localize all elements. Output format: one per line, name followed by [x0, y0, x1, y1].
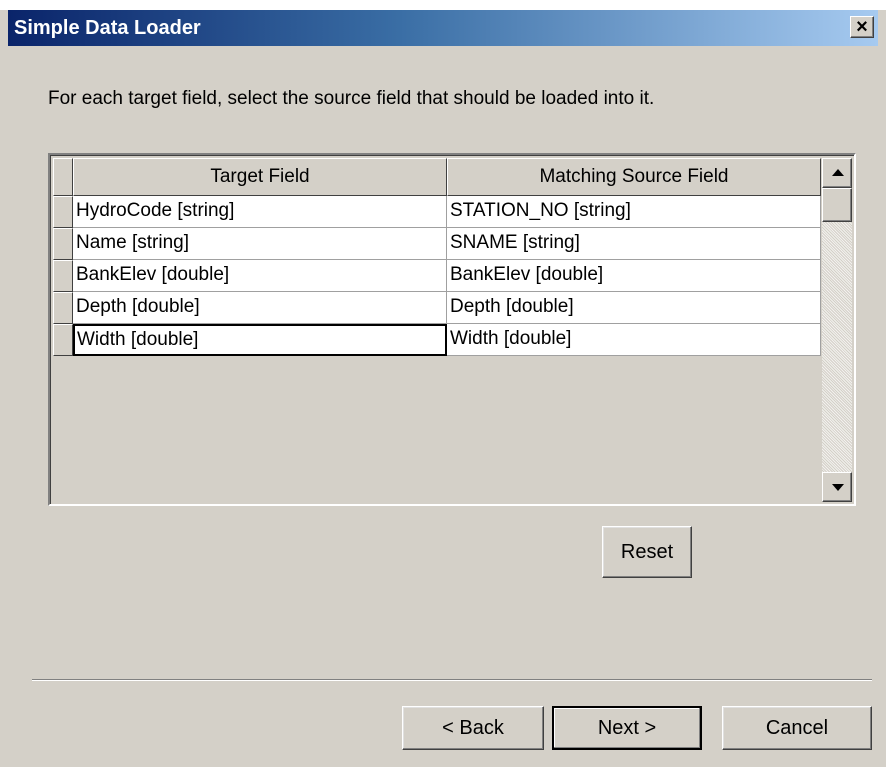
row-selector[interactable] [53, 324, 73, 356]
separator-line [32, 679, 872, 681]
window-title: Simple Data Loader [14, 17, 201, 39]
next-button[interactable]: Next > [552, 706, 702, 750]
scroll-down-button[interactable] [822, 472, 852, 502]
column-header-matching-source-field[interactable]: Matching Source Field [447, 158, 821, 196]
field-mapping-grid: Target Field Matching Source Field Hydro… [48, 153, 856, 506]
title-bar: Simple Data Loader × [8, 10, 878, 46]
row-selector[interactable] [53, 292, 73, 324]
column-header-target-field[interactable]: Target Field [73, 158, 447, 196]
target-field-cell-focused[interactable]: Width [double] [73, 324, 447, 356]
source-field-cell[interactable]: SNAME [string] [447, 228, 821, 260]
source-field-cell[interactable]: BankElev [double] [447, 260, 821, 292]
row-selector[interactable] [53, 196, 73, 228]
scrollbar-thumb[interactable] [822, 188, 852, 222]
scroll-up-button[interactable] [822, 158, 852, 188]
target-field-cell[interactable]: Depth [double] [73, 292, 447, 324]
target-field-cell[interactable]: HydroCode [string] [73, 196, 447, 228]
target-field-cell[interactable]: Name [string] [73, 228, 447, 260]
source-field-cell[interactable]: Depth [double] [447, 292, 821, 324]
source-field-cell[interactable]: Width [double] [447, 324, 821, 356]
vertical-scrollbar[interactable] [822, 158, 852, 502]
source-field-cell[interactable]: STATION_NO [string] [447, 196, 821, 228]
row-selector[interactable] [53, 228, 73, 260]
cancel-button[interactable]: Cancel [722, 706, 872, 750]
arrow-down-icon [832, 484, 844, 491]
back-button[interactable]: < Back [402, 706, 544, 750]
target-field-cell[interactable]: BankElev [double] [73, 260, 447, 292]
close-button[interactable]: × [850, 16, 874, 38]
header-corner [53, 158, 73, 196]
arrow-up-icon [832, 169, 844, 176]
row-selector[interactable] [53, 260, 73, 292]
reset-button[interactable]: Reset [602, 526, 692, 578]
instructions-text: For each target field, select the source… [48, 88, 655, 109]
